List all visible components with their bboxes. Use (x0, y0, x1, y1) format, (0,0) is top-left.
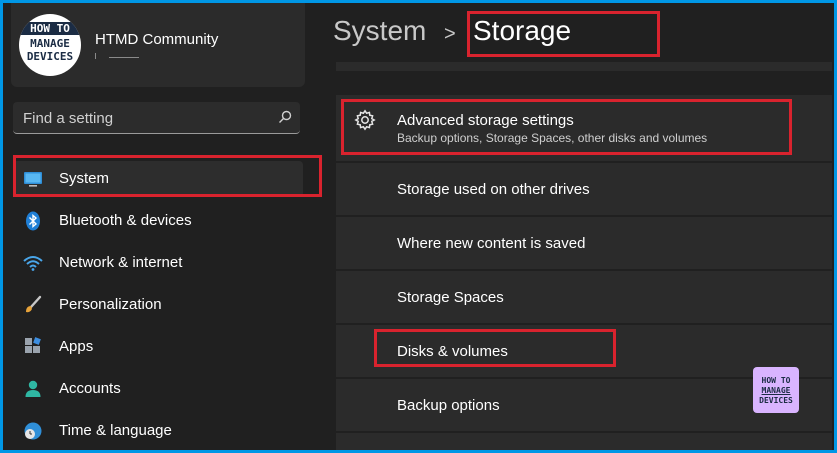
list-item-label: Disks & volumes (397, 343, 508, 360)
sidebar-item-system[interactable]: System (13, 161, 303, 197)
sidebar-item-network[interactable]: Network & internet (13, 245, 303, 281)
monitor-icon (23, 169, 43, 189)
advanced-storage-subtitle: Backup options, Storage Spaces, other di… (397, 131, 708, 145)
sidebar-item-label: Accounts (59, 380, 121, 397)
settings-window: HOW TO MANAGE DEVICES HTMD Community Sys… (3, 3, 834, 450)
sidebar-item-bluetooth[interactable]: Bluetooth & devices (13, 203, 303, 239)
watermark-text-line-1: HOW TO (761, 376, 791, 385)
list-item-storage-spaces[interactable]: Storage Spaces (336, 271, 832, 323)
gear-icon (354, 109, 376, 136)
list-item-label: Where new content is saved (397, 235, 586, 252)
list-item-label: Storage used on other drives (397, 181, 590, 198)
avatar: HOW TO MANAGE DEVICES (19, 14, 81, 76)
globe-clock-icon (23, 421, 43, 441)
sidebar-item-label: Time & language (59, 422, 172, 439)
profile-name: HTMD Community (95, 31, 219, 48)
avatar-text-line-2: MANAGE (30, 37, 70, 50)
apps-icon (23, 337, 43, 357)
list-item-label: Storage Spaces (397, 289, 504, 306)
list-item-storage-other-drives[interactable]: Storage used on other drives (336, 163, 832, 215)
avatar-text-line-1: HOW TO (19, 22, 81, 35)
sidebar-item-apps[interactable]: Apps (13, 329, 303, 365)
sidebar-item-personalization[interactable]: Personalization (13, 287, 303, 323)
sidebar-item-label: Personalization (59, 296, 162, 313)
list-item-label: Backup options (397, 397, 500, 414)
profile-card[interactable]: HOW TO MANAGE DEVICES HTMD Community (11, 3, 305, 87)
avatar-text-line-3: DEVICES (26, 50, 74, 63)
wifi-icon (23, 253, 43, 273)
person-icon (23, 379, 43, 399)
brush-icon (23, 295, 43, 315)
watermark-logo: HOW TO MANAGE DEVICES (753, 367, 799, 413)
bluetooth-icon (23, 211, 43, 231)
sidebar-item-label: System (59, 170, 110, 187)
sidebar-item-time-language[interactable]: Time & language (13, 413, 303, 449)
search-input[interactable] (13, 102, 275, 134)
selection-indicator (13, 171, 16, 187)
page-title: Storage (473, 15, 572, 46)
watermark-text-line-3: DEVICES (759, 396, 793, 405)
chevron-right-icon: > (444, 23, 456, 45)
breadcrumb-parent[interactable]: System (333, 15, 426, 47)
watermark-text-line-2: MANAGE (761, 386, 791, 395)
list-item-new-content-location[interactable]: Where new content is saved (336, 217, 832, 269)
advanced-storage-settings[interactable]: Advanced storage settings Backup options… (336, 95, 832, 161)
sidebar-item-label: Apps (59, 338, 94, 355)
sidebar-item-label: Network & internet (59, 254, 183, 271)
sidebar-item-accounts[interactable]: Accounts (13, 371, 303, 407)
list-item-partial (336, 433, 832, 450)
list-item-partial (336, 62, 832, 71)
sidebar-item-label: Bluetooth & devices (59, 212, 192, 229)
search-box[interactable] (13, 102, 300, 134)
advanced-storage-title: Advanced storage settings (397, 112, 574, 129)
search-icon[interactable] (278, 110, 292, 129)
profile-email-redacted (95, 51, 145, 63)
